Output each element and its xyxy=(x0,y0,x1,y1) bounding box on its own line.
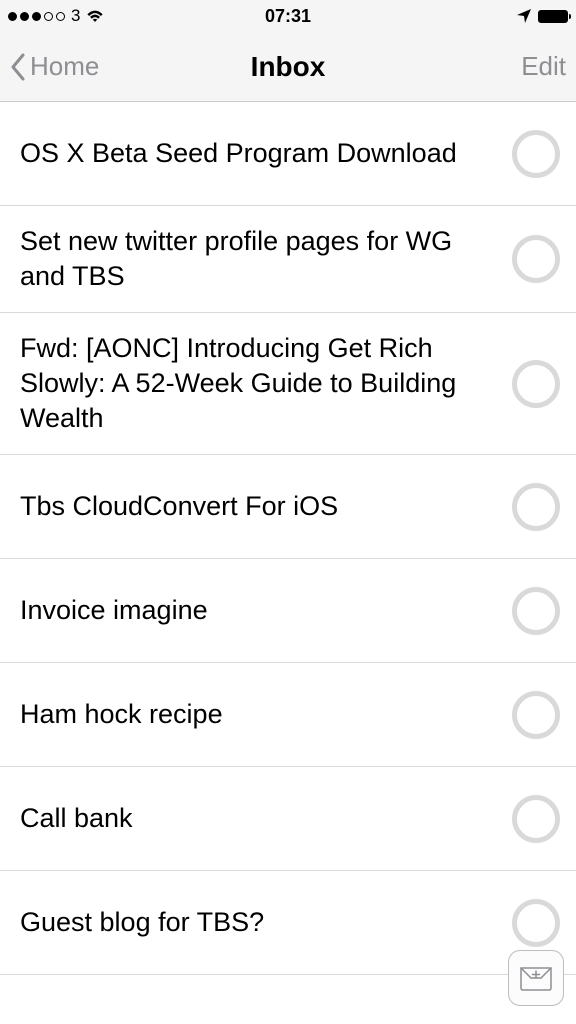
list-item[interactable]: OS X Beta Seed Program Download xyxy=(0,102,576,206)
signal-strength-icon xyxy=(8,12,65,21)
add-to-inbox-button[interactable] xyxy=(508,950,564,1006)
list-item[interactable]: Guest blog for TBS? xyxy=(0,871,576,975)
item-title: Fwd: [AONC] Introducing Get Rich Slowly:… xyxy=(20,331,512,436)
complete-circle-icon[interactable] xyxy=(512,587,560,635)
inbox-list: OS X Beta Seed Program Download Set new … xyxy=(0,102,576,975)
wifi-icon xyxy=(86,9,104,23)
complete-circle-icon[interactable] xyxy=(512,130,560,178)
battery-icon xyxy=(538,10,568,23)
complete-circle-icon[interactable] xyxy=(512,483,560,531)
item-title: Guest blog for TBS? xyxy=(20,905,512,940)
chevron-left-icon xyxy=(10,53,26,81)
item-title: Call bank xyxy=(20,801,512,836)
back-button[interactable]: Home xyxy=(10,51,99,82)
list-item[interactable]: Call bank xyxy=(0,767,576,871)
location-icon xyxy=(516,8,532,24)
item-title: Tbs CloudConvert For iOS xyxy=(20,489,512,524)
nav-bar: Home Inbox Edit xyxy=(0,32,576,102)
complete-circle-icon[interactable] xyxy=(512,795,560,843)
complete-circle-icon[interactable] xyxy=(512,360,560,408)
list-item[interactable]: Invoice imagine xyxy=(0,559,576,663)
inbox-plus-icon xyxy=(519,964,553,992)
complete-circle-icon[interactable] xyxy=(512,691,560,739)
item-title: Set new twitter profile pages for WG and… xyxy=(20,224,512,294)
edit-button[interactable]: Edit xyxy=(521,51,566,82)
status-right xyxy=(516,8,568,24)
item-title: Ham hock recipe xyxy=(20,697,512,732)
complete-circle-icon[interactable] xyxy=(512,235,560,283)
item-title: Invoice imagine xyxy=(20,593,512,628)
list-item[interactable]: Set new twitter profile pages for WG and… xyxy=(0,206,576,313)
back-label: Home xyxy=(30,51,99,82)
status-bar: 3 07:31 xyxy=(0,0,576,32)
list-item[interactable]: Ham hock recipe xyxy=(0,663,576,767)
page-title: Inbox xyxy=(251,51,326,83)
status-left: 3 xyxy=(8,6,104,26)
status-time: 07:31 xyxy=(265,6,311,27)
carrier-label: 3 xyxy=(71,6,80,26)
complete-circle-icon[interactable] xyxy=(512,899,560,947)
list-item[interactable]: Tbs CloudConvert For iOS xyxy=(0,455,576,559)
list-item[interactable]: Fwd: [AONC] Introducing Get Rich Slowly:… xyxy=(0,313,576,455)
item-title: OS X Beta Seed Program Download xyxy=(20,136,512,171)
